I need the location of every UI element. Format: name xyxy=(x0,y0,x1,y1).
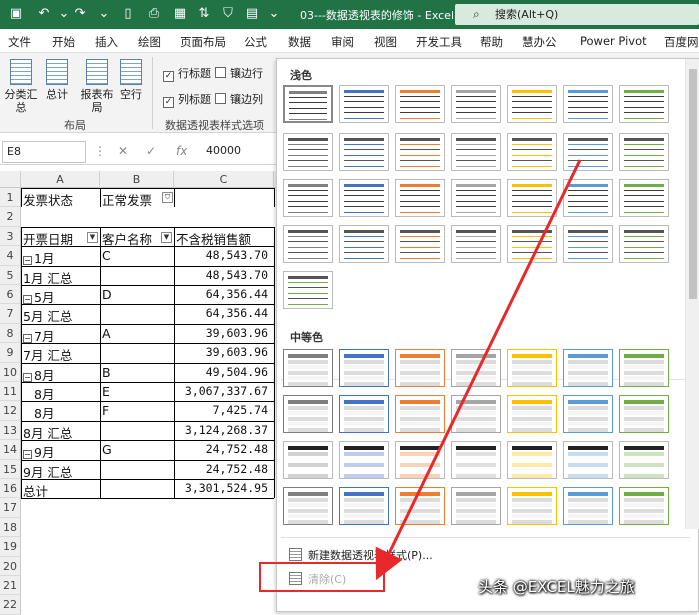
watermark: 头条 @EXCEL魅力之旅 xyxy=(478,578,635,596)
annotation-arrow xyxy=(375,159,582,581)
annotation-highlight-box xyxy=(259,562,385,592)
